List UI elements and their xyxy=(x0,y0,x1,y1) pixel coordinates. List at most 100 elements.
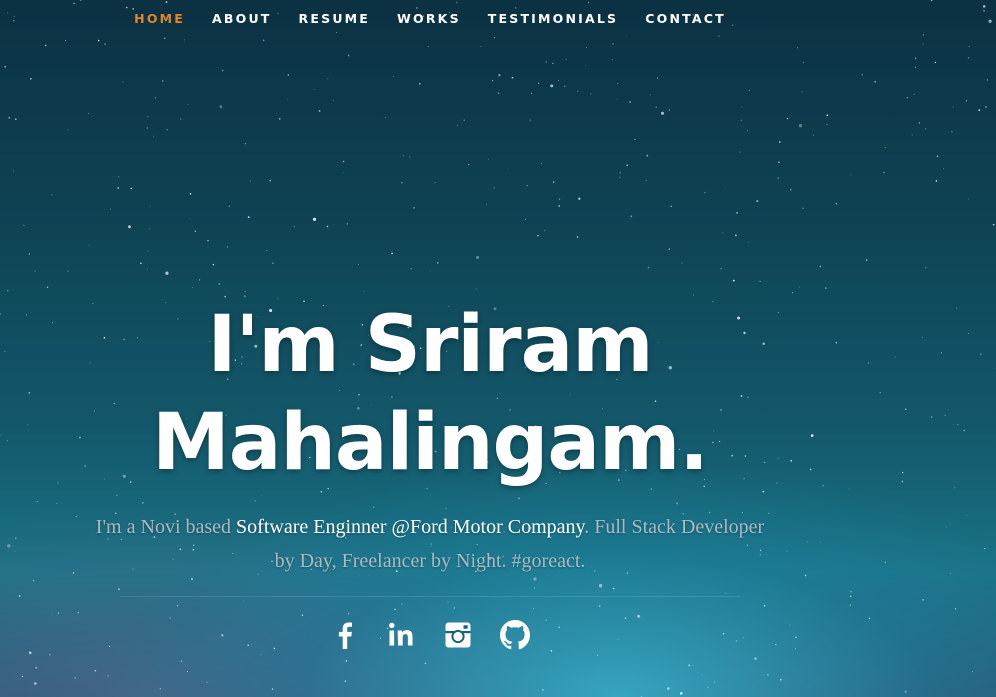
star xyxy=(35,666,37,669)
star xyxy=(707,686,709,689)
star xyxy=(437,262,439,264)
star xyxy=(924,266,927,269)
star xyxy=(668,109,670,111)
github-link[interactable] xyxy=(499,620,530,650)
star xyxy=(80,0,82,1)
star xyxy=(15,118,17,120)
star xyxy=(342,172,344,174)
star xyxy=(180,118,182,120)
star xyxy=(934,61,937,64)
star xyxy=(596,655,598,657)
star xyxy=(32,579,35,582)
star xyxy=(384,117,386,119)
star xyxy=(262,39,265,42)
banner-intro: I'm a Novi based Software Enginner @Ford… xyxy=(90,510,770,578)
hero-banner: HOME ABOUT RESUME WORKS TESTIMONIALS CON… xyxy=(0,0,996,697)
star xyxy=(146,268,148,270)
star xyxy=(187,671,189,672)
star xyxy=(312,217,317,221)
star xyxy=(552,62,554,65)
star xyxy=(154,97,156,99)
nav-resume-link[interactable]: RESUME xyxy=(299,10,371,28)
star xyxy=(358,264,359,266)
star xyxy=(577,90,579,92)
star xyxy=(619,176,621,178)
instagram-link[interactable] xyxy=(443,620,473,650)
star xyxy=(226,246,229,248)
headline-line-1: I'm Sriram xyxy=(207,300,653,390)
star xyxy=(564,85,566,87)
star xyxy=(922,34,925,36)
star xyxy=(913,93,915,95)
nav-home-link[interactable]: HOME xyxy=(134,10,185,28)
star xyxy=(301,614,304,617)
star xyxy=(972,671,973,672)
star xyxy=(624,617,627,619)
star xyxy=(657,77,659,79)
star xyxy=(660,111,665,115)
star xyxy=(116,494,118,496)
star xyxy=(146,127,149,129)
star xyxy=(0,313,1,315)
intro-highlight: Software Enginner @Ford Motor Company xyxy=(236,516,585,538)
star xyxy=(922,598,924,601)
star xyxy=(619,172,621,174)
star xyxy=(184,39,185,41)
nav-works-link[interactable]: WORKS xyxy=(397,10,461,28)
star xyxy=(667,687,670,690)
nav-testimonials-link[interactable]: TESTIMONIALS xyxy=(488,10,618,28)
star xyxy=(228,205,231,208)
star xyxy=(963,429,965,432)
star xyxy=(118,176,120,178)
star xyxy=(23,225,25,227)
nav-about-link[interactable]: ABOUT xyxy=(212,10,272,28)
star xyxy=(147,250,149,252)
star xyxy=(7,289,9,292)
nav-contact-link[interactable]: CONTACT xyxy=(645,10,726,28)
star xyxy=(28,392,31,394)
star xyxy=(884,147,886,149)
star xyxy=(153,135,154,137)
star xyxy=(336,32,338,33)
star xyxy=(244,291,246,293)
star xyxy=(540,163,542,164)
star xyxy=(952,106,954,108)
star xyxy=(704,191,706,194)
star xyxy=(254,500,256,502)
star xyxy=(736,212,738,214)
star xyxy=(763,604,766,607)
star xyxy=(930,0,933,1)
star xyxy=(806,541,808,543)
star xyxy=(983,10,985,12)
star xyxy=(965,99,968,102)
star xyxy=(88,113,90,115)
star xyxy=(789,624,791,626)
star xyxy=(735,640,738,642)
star xyxy=(901,480,904,483)
star xyxy=(835,341,838,344)
star xyxy=(576,236,579,238)
star xyxy=(410,268,412,270)
star xyxy=(497,92,500,95)
star xyxy=(142,502,144,504)
star xyxy=(480,45,482,47)
banner-divider xyxy=(120,596,740,597)
star xyxy=(956,307,958,309)
star xyxy=(165,271,169,275)
star xyxy=(819,265,821,268)
star xyxy=(724,187,726,188)
star xyxy=(921,337,923,339)
star xyxy=(918,122,920,124)
star xyxy=(493,187,495,189)
star xyxy=(169,617,171,619)
star xyxy=(578,197,581,200)
star xyxy=(985,106,987,108)
star xyxy=(518,497,520,499)
star xyxy=(261,495,263,496)
star xyxy=(936,155,939,157)
star xyxy=(394,608,396,611)
facebook-link[interactable] xyxy=(330,620,360,650)
star xyxy=(526,184,528,187)
linkedin-link[interactable] xyxy=(387,620,417,650)
star xyxy=(915,57,917,60)
